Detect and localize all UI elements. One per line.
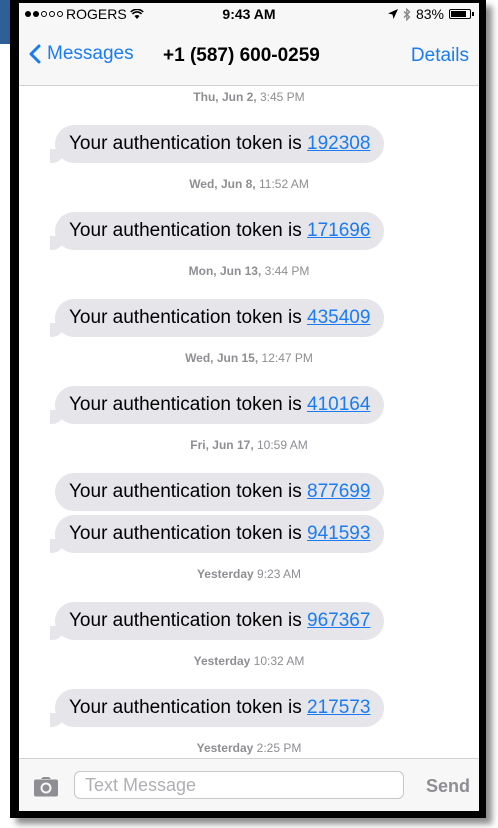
message-text: Your authentication token is xyxy=(69,220,308,241)
send-button[interactable]: Send xyxy=(426,776,470,797)
token-code-link[interactable]: 217573 xyxy=(307,697,370,718)
received-message-bubble: Your authentication token is 171696 xyxy=(50,212,385,250)
message-timestamp: Fri, Jun 17, 10:59 AM xyxy=(19,438,479,452)
timestamp-day: Thu, Jun 2, xyxy=(193,90,257,104)
battery-tip xyxy=(472,12,474,16)
timestamp-day: Yesterday xyxy=(196,567,254,581)
camera-icon[interactable] xyxy=(33,777,59,797)
token-code-link[interactable]: 435409 xyxy=(307,307,370,328)
timestamp-day: Fri, Jun 17, xyxy=(190,438,254,452)
bluetooth-icon xyxy=(403,7,411,21)
message-text: Your authentication token is xyxy=(69,610,308,631)
token-code-link[interactable]: 192308 xyxy=(307,133,370,154)
token-code-link[interactable]: 410164 xyxy=(307,394,370,415)
bubble-tail xyxy=(50,539,64,553)
timestamp-time: 10:32 AM xyxy=(253,654,305,668)
message-timestamp: Mon, Jun 13, 3:44 PM xyxy=(19,264,479,278)
timestamp-time: 3:44 PM xyxy=(264,264,310,278)
timestamp-time: 9:23 AM xyxy=(257,567,302,581)
message-timestamp: Yesterday 2:25 PM xyxy=(19,741,479,755)
back-button[interactable]: Messages xyxy=(29,43,134,65)
location-arrow-icon xyxy=(387,9,398,19)
bubble-tail xyxy=(50,323,64,337)
message-text: Your authentication token is xyxy=(69,697,308,718)
received-message-bubble: Your authentication token is 192308 xyxy=(50,125,385,163)
timestamp-time: 3:45 PM xyxy=(259,90,305,104)
message-text: Your authentication token is xyxy=(69,133,308,154)
received-message-bubble: Your authentication token is 217573 xyxy=(50,689,385,727)
message-timestamp: Yesterday 9:23 AM xyxy=(19,567,479,581)
timestamp-time: 11:52 AM xyxy=(259,177,309,191)
bubble-tail xyxy=(50,410,64,424)
message-input-bar: Send xyxy=(19,758,479,811)
timestamp-time: 2:25 PM xyxy=(256,741,302,755)
message-timestamp: Wed, Jun 15, 12:47 PM xyxy=(19,351,479,365)
status-bar: ROGERS 9:43 AM 83% xyxy=(19,3,479,25)
timestamp-time: 10:59 AM xyxy=(257,438,308,452)
received-message-bubble: Your authentication token is 435409 xyxy=(50,299,385,337)
timestamp-day: Wed, Jun 8, xyxy=(189,177,256,191)
message-timestamp: Thu, Jun 2, 3:45 PM xyxy=(19,90,479,104)
battery-fill xyxy=(451,11,466,17)
message-timestamp: Wed, Jun 8, 11:52 AM xyxy=(19,177,479,191)
message-timestamp: Yesterday 10:32 AM xyxy=(19,654,479,668)
received-message-bubble: Your authentication token is 941593 xyxy=(50,515,385,553)
timestamp-day: Yesterday xyxy=(193,654,251,668)
navigation-bar: Messages +1 (587) 600-0259 Details xyxy=(19,25,479,86)
message-text: Your authentication token is xyxy=(69,523,308,544)
token-code-link[interactable]: 171696 xyxy=(307,220,370,241)
token-code-link[interactable]: 941593 xyxy=(307,523,370,544)
details-button[interactable]: Details xyxy=(411,45,469,67)
phone-screen: ROGERS 9:43 AM 83% Messages +1 (587) 600… xyxy=(19,3,479,811)
bubble-tail xyxy=(50,626,64,640)
timestamp-time: 12:47 PM xyxy=(261,351,313,365)
message-text: Your authentication token is xyxy=(69,307,308,328)
text-message-input[interactable] xyxy=(74,771,404,799)
bubble-tail xyxy=(50,236,64,250)
received-message-bubble: Your authentication token is 877699 xyxy=(55,473,385,511)
battery-percent: 83% xyxy=(415,6,444,22)
token-code-link[interactable]: 967367 xyxy=(307,610,370,631)
bubble-tail xyxy=(50,713,64,727)
status-right: 83% xyxy=(387,6,474,22)
contact-number-title: +1 (587) 600-0259 xyxy=(163,45,320,66)
timestamp-day: Mon, Jun 13, xyxy=(188,264,262,278)
message-text: Your authentication token is xyxy=(69,394,308,415)
message-text: Your authentication token is xyxy=(69,481,308,502)
bubble-tail xyxy=(50,149,64,163)
back-button-label: Messages xyxy=(47,43,134,64)
token-code-link[interactable]: 877699 xyxy=(307,481,370,502)
battery-icon xyxy=(449,9,474,19)
message-list: Thu, Jun 2, 3:45 PM Your authentication t… xyxy=(19,86,479,811)
received-message-bubble: Your authentication token is 967367 xyxy=(50,602,385,640)
chevron-left-icon xyxy=(29,44,41,64)
received-message-bubble: Your authentication token is 410164 xyxy=(50,386,385,424)
timestamp-day: Wed, Jun 15, xyxy=(185,351,259,365)
timestamp-day: Yesterday xyxy=(196,741,254,755)
